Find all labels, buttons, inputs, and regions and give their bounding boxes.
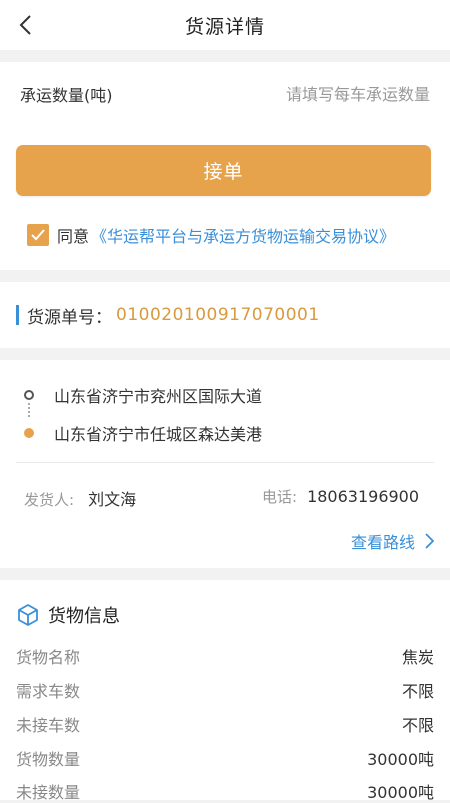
agreement-prefix: 同意 bbox=[57, 227, 90, 246]
accept-section: 接单 同意 《华运帮平台与承运方货物运输交易协议》 bbox=[0, 126, 450, 270]
goods-title-label: 货物信息 bbox=[48, 606, 120, 627]
page-title: 货源详情 bbox=[184, 15, 265, 38]
phone-label: 电话: bbox=[262, 488, 298, 506]
quantity-label: 承运数量(吨) bbox=[20, 86, 113, 105]
phone-info: 电话: 18063196900 bbox=[262, 486, 419, 507]
phone-number[interactable]: 18063196900 bbox=[307, 487, 419, 506]
order-number-card: 货源单号： 010020100917070001 bbox=[0, 282, 450, 348]
goods-row-key: 需求车数 bbox=[16, 682, 81, 701]
quantity-row: 承运数量(吨) bbox=[0, 62, 450, 126]
route-connector bbox=[28, 403, 30, 419]
divider bbox=[16, 462, 434, 463]
goods-row-key: 货物数量 bbox=[16, 750, 81, 769]
goods-row-key: 未接数量 bbox=[16, 783, 81, 802]
agreement-checkbox[interactable] bbox=[27, 224, 49, 246]
back-button[interactable] bbox=[10, 10, 40, 40]
shipper-name: 刘文海 bbox=[88, 490, 137, 509]
order-number-label: 货源单号： bbox=[27, 307, 112, 328]
goods-row-key: 货物名称 bbox=[16, 648, 81, 667]
goods-title: 货物信息 bbox=[16, 602, 120, 628]
order-number-value: 010020100917070001 bbox=[116, 305, 320, 325]
goods-row-value: 30000吨 bbox=[367, 783, 434, 802]
cube-icon bbox=[18, 604, 38, 626]
view-route-link[interactable]: 查看路线 bbox=[351, 529, 434, 553]
quantity-input[interactable] bbox=[228, 83, 432, 105]
goods-row: 货物数量 30000吨 bbox=[16, 746, 434, 770]
chevron-right-icon bbox=[425, 533, 434, 549]
agreement-row: 同意 《华运帮平台与承运方货物运输交易协议》 bbox=[27, 223, 395, 247]
route-start: 山东省济宁市兖州区国际大道 bbox=[24, 383, 262, 407]
start-address: 山东省济宁市兖州区国际大道 bbox=[54, 387, 263, 406]
goods-row-value: 不限 bbox=[401, 682, 434, 701]
goods-card: 货物信息 货物名称 焦炭 需求车数 不限 未接车数 不限 货物数量 30000吨… bbox=[0, 580, 450, 803]
view-route-label: 查看路线 bbox=[350, 533, 415, 552]
end-address: 山东省济宁市任城区森达美港 bbox=[54, 425, 263, 444]
start-point-icon bbox=[24, 390, 34, 400]
goods-row: 未接车数 不限 bbox=[16, 712, 434, 736]
goods-row-key: 未接车数 bbox=[16, 716, 81, 735]
goods-row-value: 30000吨 bbox=[367, 750, 434, 769]
goods-row: 货物名称 焦炭 bbox=[16, 644, 434, 668]
nav-bar: 货源详情 bbox=[0, 0, 450, 50]
goods-row-value: 不限 bbox=[401, 716, 434, 735]
goods-row: 未接数量 30000吨 bbox=[16, 779, 434, 803]
end-point-icon bbox=[24, 428, 34, 438]
chevron-left-icon bbox=[19, 15, 31, 35]
section-accent-bar bbox=[16, 305, 19, 325]
route-end: 山东省济宁市任城区森达美港 bbox=[24, 421, 262, 445]
agreement-link[interactable]: 《华运帮平台与承运方货物运输交易协议》 bbox=[91, 223, 395, 247]
accept-order-button[interactable]: 接单 bbox=[16, 145, 431, 196]
goods-row-value: 焦炭 bbox=[401, 648, 434, 667]
shipper-info: 发货人: 刘文海 bbox=[24, 486, 136, 510]
shipper-label: 发货人: bbox=[24, 491, 75, 509]
goods-row: 需求车数 不限 bbox=[16, 678, 434, 702]
checkmark-icon bbox=[31, 229, 45, 241]
